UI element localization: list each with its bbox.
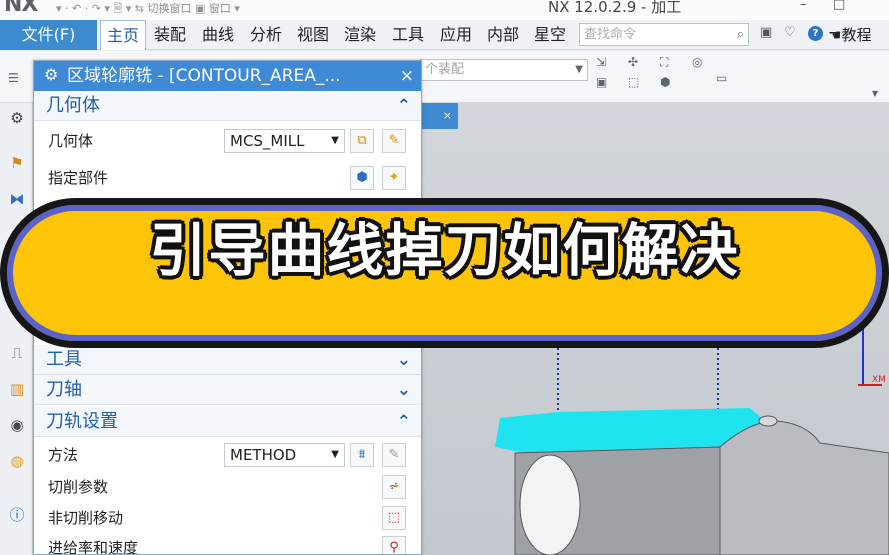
non-cut-moves-row[interactable]: 非切削移动 ⬚: [34, 503, 421, 533]
maximize-button[interactable]: □: [833, 0, 845, 12]
search-placeholder: 查找命令: [584, 27, 637, 42]
geometry-row: 几何体 MCS_MILL ▼ ⧉ ✎: [34, 126, 421, 156]
section-label: 刀轴: [46, 379, 82, 400]
feeds-speeds-row[interactable]: 进给率和速度 ⚲: [34, 533, 421, 555]
section-geometry[interactable]: 几何体 ⌃: [34, 91, 421, 121]
new-geometry-icon[interactable]: ⧉: [350, 129, 374, 153]
chevron-up-icon[interactable]: ⌃: [397, 91, 411, 121]
quick-access-toolbar[interactable]: ▾ · ↶ · ↷ ▾ 🗎 ▾ ⇆ 切换窗口 ▣ 窗口 ▾: [56, 0, 240, 19]
cut-params-icon[interactable]: ⩫: [382, 475, 406, 499]
dialog-title-bar[interactable]: ⚙ 区域轮廓铣 - [CONTOUR_AREA_... ×: [34, 61, 421, 91]
menu-icon[interactable]: ☰: [8, 71, 19, 85]
select-part-icon[interactable]: ⬢: [350, 166, 374, 190]
tab-xingkong[interactable]: 星空: [528, 20, 572, 50]
new-method-icon[interactable]: ⩩: [350, 443, 374, 467]
non-cut-moves-label: 非切削移动: [48, 509, 124, 527]
tab-internal[interactable]: 内部: [481, 20, 525, 50]
assembly-filter-value: 个装配: [425, 62, 465, 77]
library-icon[interactable]: ▥: [7, 379, 27, 399]
specify-part-label: 指定部件: [48, 169, 109, 187]
tab-tools[interactable]: 工具: [386, 20, 430, 50]
feeds-speeds-icon[interactable]: ⚲: [382, 536, 406, 554]
section-label: 工具: [46, 349, 82, 370]
method-row: 方法 METHOD ▼ ⩩ ✎: [34, 440, 421, 470]
tutorial-button[interactable]: ☚教程: [828, 20, 871, 50]
rectangle-select-icon[interactable]: ⬚: [628, 75, 639, 89]
geometry-label: 几何体: [48, 132, 94, 150]
filter-icon[interactable]: ⛶: [660, 55, 668, 70]
banner-text: 引导曲线掉刀如何解决: [149, 218, 740, 284]
chevron-up-icon[interactable]: ⌃: [397, 407, 411, 437]
chevron-down-icon[interactable]: ♡: [784, 25, 796, 40]
cube-icon[interactable]: ⬢: [660, 75, 670, 89]
info-icon[interactable]: ⓘ: [7, 505, 27, 525]
tutorial-hand-icon: ☚: [828, 26, 842, 44]
title-bar: NX ▾ · ↶ · ↷ ▾ 🗎 ▾ ⇆ 切换窗口 ▣ 窗口 ▾ NX 12.0…: [0, 0, 889, 20]
cylinder-face: [519, 454, 581, 555]
point-icon[interactable]: ✣: [628, 55, 638, 69]
part-boss: [758, 415, 778, 427]
display-icon[interactable]: ▭: [716, 71, 727, 85]
feeds-speeds-label: 进给率和速度: [48, 539, 139, 555]
non-cut-moves-icon[interactable]: ⬚: [382, 506, 406, 530]
tutorial-label: 教程: [841, 26, 872, 44]
roles-icon[interactable]: ◍: [7, 451, 27, 471]
minimize-button[interactable]: –: [800, 0, 807, 12]
chevron-down-icon: ▼: [575, 64, 583, 75]
ribbon-tab-bar: 文件(F) 主页 装配 曲线 分析 视图 渲染 工具 应用 内部 星空 查找命令…: [0, 20, 889, 50]
geometry-value: MCS_MILL: [230, 132, 305, 150]
gear-icon[interactable]: ⚙: [44, 65, 58, 84]
nx-logo: NX: [4, 0, 38, 17]
cut-params-row[interactable]: 切削参数 ⩫: [34, 472, 421, 502]
chevron-down-icon: ▼: [331, 135, 339, 146]
dialog-title: 区域轮廓铣 - [CONTOUR_AREA_...: [67, 66, 341, 86]
tab-analysis[interactable]: 分析: [244, 20, 288, 50]
operation-navigator-icon[interactable]: ⚑: [7, 153, 27, 173]
command-search-input[interactable]: 查找命令 ⌕: [579, 23, 749, 46]
snap-icon[interactable]: ⇲: [596, 55, 606, 69]
view-eye-icon[interactable]: ◉: [7, 415, 27, 435]
axis-label: XM: [872, 375, 886, 385]
chevron-down-icon[interactable]: ⌄: [397, 375, 411, 405]
section-label: 几何体: [46, 95, 100, 116]
assembly-filter-combo[interactable]: 个装配 ▼: [420, 59, 588, 81]
cut-params-label: 切削参数: [48, 478, 109, 496]
section-label: 刀轨设置: [46, 411, 118, 432]
section-path-settings[interactable]: 刀轨设置 ⌃: [34, 407, 421, 437]
method-value: METHOD: [230, 446, 297, 464]
method-select[interactable]: METHOD ▼: [224, 443, 345, 467]
method-label: 方法: [48, 446, 79, 464]
edit-wrench-icon[interactable]: ✎: [382, 129, 406, 153]
window-title: NX 12.0.2.9 - 加工: [548, 0, 682, 16]
tab-curve[interactable]: 曲线: [196, 20, 240, 50]
flashlight-icon[interactable]: ✦: [382, 166, 406, 190]
section-tool-axis[interactable]: 刀轴 ⌄: [34, 375, 421, 405]
title-banner: 引导曲线掉刀如何解决: [0, 198, 889, 348]
part-navigator-icon[interactable]: ⎍: [7, 343, 27, 363]
part-body: [719, 420, 889, 555]
camera-icon[interactable]: ◎: [692, 55, 702, 69]
edit-wrench-icon[interactable]: ✎: [382, 443, 406, 467]
section-tool[interactable]: 工具 ⌄: [34, 345, 421, 375]
chevron-down-icon[interactable]: ⌄: [397, 345, 411, 375]
tab-view[interactable]: 视图: [291, 20, 335, 50]
specify-part-row: 指定部件 ⬢ ✦: [34, 163, 421, 193]
search-icon[interactable]: ⌕: [737, 24, 744, 45]
geometry-select[interactable]: MCS_MILL ▼: [224, 129, 345, 153]
tab-render[interactable]: 渲染: [338, 20, 382, 50]
help-icon[interactable]: ?: [808, 26, 823, 41]
file-menu-tab[interactable]: 文件(F): [0, 20, 97, 50]
tab-application[interactable]: 应用: [434, 20, 478, 50]
tab-assembly[interactable]: 装配: [148, 20, 192, 50]
window-icon[interactable]: ▣: [760, 25, 772, 40]
tab-home[interactable]: 主页: [100, 20, 146, 50]
settings-icon[interactable]: ⚙: [7, 108, 27, 128]
close-icon[interactable]: ×: [400, 61, 414, 91]
expand-icon[interactable]: ▾: [872, 86, 878, 100]
select-box-icon[interactable]: ▣: [596, 75, 607, 89]
chevron-down-icon: ▼: [331, 449, 339, 460]
